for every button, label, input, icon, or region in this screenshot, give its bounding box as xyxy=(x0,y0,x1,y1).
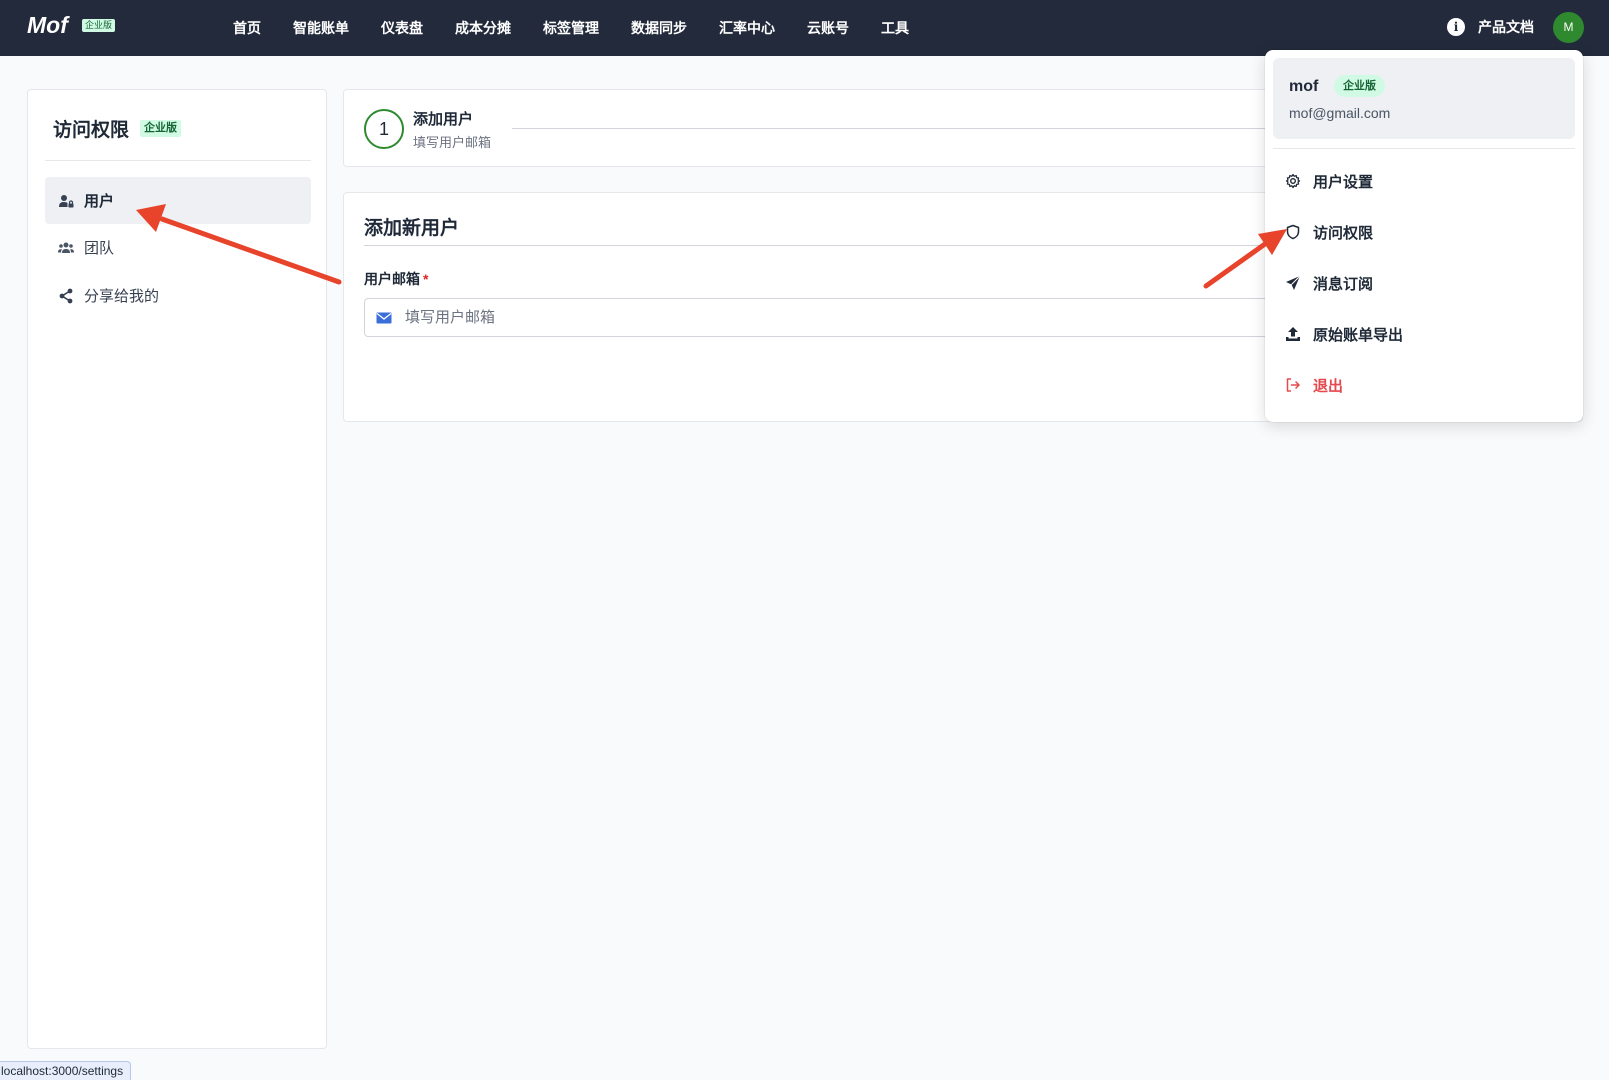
dropdown-user-email: mof@gmail.com xyxy=(1289,105,1391,121)
nav-item-smart-bill[interactable]: 智能账单 xyxy=(293,18,349,38)
menu-item-logout[interactable]: 退出 xyxy=(1273,365,1575,405)
shield-icon xyxy=(1286,224,1300,240)
nav-item-cloud-accounts[interactable]: 云账号 xyxy=(807,18,849,38)
menu-item-raw-bill-export[interactable]: 原始账单导出 xyxy=(1273,314,1575,354)
menu-item-subscriptions[interactable]: 消息订阅 xyxy=(1273,263,1575,303)
dropdown-divider xyxy=(1273,148,1575,149)
sidebar-divider xyxy=(45,160,311,161)
envelope-icon xyxy=(376,312,392,324)
form-title: 添加新用户 xyxy=(364,218,460,239)
sidebar-item-label: 用户 xyxy=(84,193,115,210)
sidebar-edition-badge: 企业版 xyxy=(140,120,181,137)
step-title: 添加用户 xyxy=(413,111,474,128)
edition-badge: 企业版 xyxy=(82,19,116,32)
step-description: 填写用户邮箱 xyxy=(413,135,492,150)
nav-item-home[interactable]: 首页 xyxy=(233,18,261,38)
users-icon xyxy=(58,242,74,253)
sidebar-item-label: 团队 xyxy=(84,240,115,257)
info-icon[interactable]: i xyxy=(1447,18,1465,36)
menu-item-label: 用户设置 xyxy=(1313,173,1374,191)
sidebar-item-shared-with-me[interactable]: 分享给我的 xyxy=(45,272,311,319)
menu-item-label: 原始账单导出 xyxy=(1313,326,1404,344)
nav-item-tag-management[interactable]: 标签管理 xyxy=(543,18,599,38)
dropdown-user-name: mof xyxy=(1289,78,1319,95)
browser-status-url: localhost:3000/settings xyxy=(0,1061,132,1080)
gear-icon xyxy=(1285,173,1301,189)
share-icon xyxy=(59,288,73,303)
sidebar-item-users[interactable]: 用户 xyxy=(45,177,311,224)
step-number: 1 xyxy=(364,109,404,149)
nav-item-data-sync[interactable]: 数据同步 xyxy=(631,18,687,38)
user-avatar[interactable]: M xyxy=(1553,12,1584,43)
nav-item-cost-allocation[interactable]: 成本分摊 xyxy=(455,18,511,38)
user-lock-icon xyxy=(59,194,74,207)
product-docs-link[interactable]: 产品文档 xyxy=(1478,17,1534,37)
account-dropdown-menu: mof 企业版 mof@gmail.com 用户设置 访问权限 消息订阅 原始账… xyxy=(1265,50,1583,422)
dropdown-user-card: mof 企业版 mof@gmail.com xyxy=(1273,58,1575,139)
top-navigation-bar: Mof 企业版 首页 智能账单 仪表盘 成本分摊 标签管理 数据同步 汇率中心 … xyxy=(0,0,1609,56)
email-field-label: 用户邮箱 * xyxy=(364,269,428,289)
email-label-text: 用户邮箱 xyxy=(364,271,420,287)
settings-sidebar: 访问权限 企业版 用户 团队 分享给我的 xyxy=(27,89,327,1049)
menu-item-label: 退出 xyxy=(1313,377,1344,395)
menu-item-user-settings[interactable]: 用户设置 xyxy=(1273,161,1575,201)
required-mark: * xyxy=(423,271,429,287)
sidebar-title: 访问权限 xyxy=(53,120,130,141)
menu-item-label: 消息订阅 xyxy=(1313,275,1374,293)
sidebar-item-teams[interactable]: 团队 xyxy=(45,224,311,271)
upload-icon xyxy=(1286,327,1300,341)
brand-logo[interactable]: Mof xyxy=(27,12,68,39)
nav-item-exchange-rate[interactable]: 汇率中心 xyxy=(719,18,775,38)
sidebar-item-label: 分享给我的 xyxy=(84,288,160,305)
main-nav: 首页 智能账单 仪表盘 成本分摊 标签管理 数据同步 汇率中心 云账号 工具 xyxy=(233,0,941,56)
nav-item-dashboard[interactable]: 仪表盘 xyxy=(381,18,423,38)
logout-icon xyxy=(1286,378,1300,392)
menu-item-access-control[interactable]: 访问权限 xyxy=(1273,212,1575,252)
send-icon xyxy=(1286,275,1301,290)
dropdown-edition-badge: 企业版 xyxy=(1334,75,1385,97)
nav-item-tools[interactable]: 工具 xyxy=(881,18,909,38)
menu-item-label: 访问权限 xyxy=(1313,224,1374,242)
